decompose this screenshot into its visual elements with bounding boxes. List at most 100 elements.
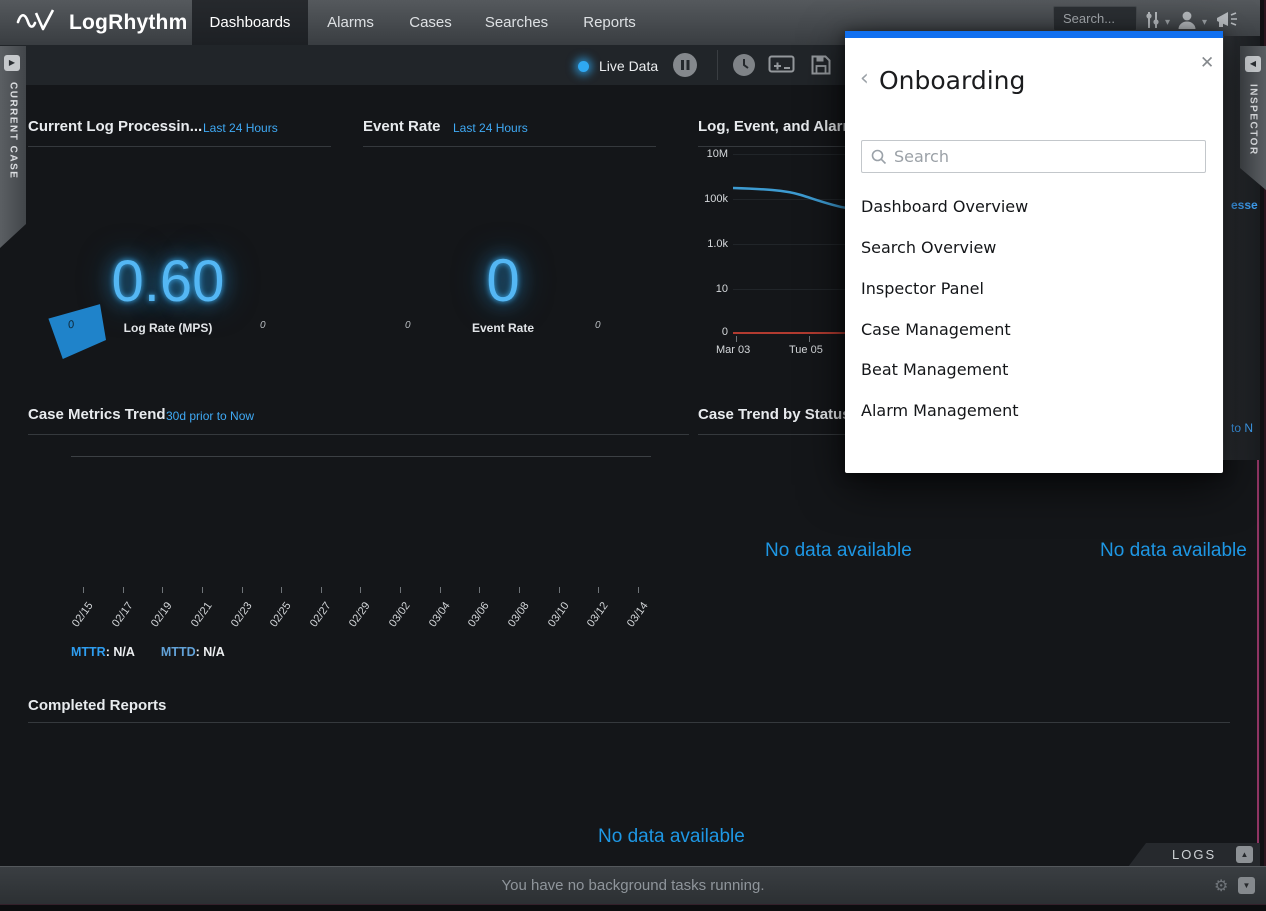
logs-drawer-tab[interactable]: LOGS ▲ <box>1128 843 1260 867</box>
background-tasks-message: You have no background tasks running. <box>0 877 1266 894</box>
panel-accent-bar <box>845 31 1223 38</box>
chevron-left-icon[interactable]: ‹ <box>860 68 869 90</box>
event-rate-gauge-value: 0 <box>403 246 603 315</box>
x-axis-tick: Mar 03 <box>716 344 750 356</box>
case-trend-empty-state: No data available <box>765 540 912 562</box>
inspector-expand-icon[interactable]: ◀ <box>1245 56 1261 72</box>
x-axis-tick: 03/06 <box>457 600 491 641</box>
statusbar-collapse-icon[interactable]: ▼ <box>1238 877 1255 894</box>
x-axis-tick-mark <box>479 587 480 593</box>
clock-icon[interactable] <box>732 53 756 82</box>
window-bottom-edge <box>0 904 1266 911</box>
x-axis-tick: 02/25 <box>259 600 293 641</box>
toolbar-divider <box>717 50 718 80</box>
y-axis-tick: 0 <box>690 326 728 338</box>
case-metrics-footer: MTTR: N/AMTTD: N/A <box>71 645 225 659</box>
x-axis-tick-mark <box>162 587 163 593</box>
onboarding-item-search-overview[interactable]: Search Overview <box>861 238 996 257</box>
mttr-label: MTTR <box>71 645 106 659</box>
y-axis-tick: 1.0k <box>690 238 728 250</box>
x-axis-tick-mark <box>736 336 737 342</box>
gauge-min-label: 0 <box>67 318 75 331</box>
close-icon[interactable]: ✕ <box>1200 53 1214 73</box>
logrhythm-logo[interactable]: LogRhythm ™ <box>16 7 204 38</box>
gauge-axis-max: 0 <box>595 320 601 331</box>
x-axis-tick-mark <box>400 587 401 593</box>
chart-axis-line <box>71 456 651 457</box>
completed-reports-empty-state: No data available <box>598 826 745 848</box>
onboarding-search-input[interactable] <box>861 140 1206 173</box>
onboarding-item-dashboard-overview[interactable]: Dashboard Overview <box>861 197 1028 216</box>
y-axis-tick: 10 <box>690 283 728 295</box>
user-caret-icon[interactable]: ▾ <box>1202 17 1207 28</box>
onboarding-item-case-management[interactable]: Case Management <box>861 320 1011 339</box>
widget-divider <box>363 146 656 147</box>
onboarding-panel: ‹ Onboarding ✕ Dashboard Overview Search… <box>845 31 1223 473</box>
add-widget-icon[interactable] <box>768 55 795 81</box>
live-data-dot-icon <box>578 61 589 72</box>
pause-icon[interactable] <box>672 52 698 83</box>
x-axis-tick-mark <box>202 587 203 593</box>
brand-name: LogRhythm <box>69 11 187 35</box>
widget-divider <box>28 722 1230 723</box>
log-rate-gauge-label: Log Rate (MPS) <box>98 321 238 335</box>
y-axis-tick: 100k <box>690 193 728 205</box>
tab-reports[interactable]: Reports <box>565 0 654 45</box>
hidden-widget-range-fragment: to N <box>1231 421 1253 435</box>
current-case-expand-icon[interactable]: ▶ <box>4 55 20 71</box>
x-axis-tick: 03/12 <box>576 600 610 641</box>
hidden-widget-title-fragment: esse <box>1231 198 1258 212</box>
widget-title-case-trend: Case Trend by Status <box>698 406 851 423</box>
tab-alarms[interactable]: Alarms <box>308 0 393 45</box>
x-axis-tick: 02/29 <box>338 600 372 641</box>
x-axis-tick: 03/02 <box>378 600 412 641</box>
widget-title-case-metrics: Case Metrics Trend <box>28 406 166 423</box>
x-axis-tick-mark <box>281 587 282 593</box>
widget-range-event-rate[interactable]: Last 24 Hours <box>453 121 528 135</box>
logs-tab-label: LOGS <box>1172 847 1216 862</box>
mttr-value: : N/A <box>106 645 135 659</box>
onboarding-item-beat-management[interactable]: Beat Management <box>861 360 1008 379</box>
tab-searches[interactable]: Searches <box>468 0 565 45</box>
gauge-segment: 0 <box>46 303 106 359</box>
x-axis-tick-mark <box>242 587 243 593</box>
widget-range-case-metrics[interactable]: 30d prior to Now <box>166 409 254 423</box>
event-rate-gauge-label: Event Rate <box>433 321 573 335</box>
x-axis-tick: Tue 05 <box>789 344 823 356</box>
x-axis-tick: 03/08 <box>497 600 531 641</box>
tab-cases[interactable]: Cases <box>393 0 468 45</box>
widget-divider <box>28 146 331 147</box>
widget-range-log-processing[interactable]: Last 24 Hours <box>203 121 278 135</box>
x-axis-tick: 02/27 <box>299 600 333 641</box>
logs-expand-icon[interactable]: ▲ <box>1236 846 1253 863</box>
main-nav-tabs: Dashboards Alarms Cases Searches Reports <box>192 0 654 45</box>
x-axis-tick: 02/23 <box>220 600 254 641</box>
right-widget-empty-state: No data available <box>1100 540 1247 562</box>
gear-icon[interactable]: ⚙ <box>1214 876 1228 896</box>
x-axis-tick: 03/04 <box>418 600 452 641</box>
mttd-value: : N/A <box>196 645 225 659</box>
inspector-drawer-tab[interactable]: ◀ INSPECTOR <box>1240 46 1266 190</box>
x-axis-tick-mark <box>440 587 441 593</box>
x-axis-tick: 02/15 <box>61 600 95 641</box>
x-axis-tick: 02/21 <box>180 600 214 641</box>
x-axis-tick-mark <box>123 587 124 593</box>
logrhythm-dashboard: LogRhythm ™ Dashboards Alarms Cases Sear… <box>0 0 1266 911</box>
logrhythm-wave-icon <box>16 7 60 38</box>
live-data-indicator[interactable]: Live Data <box>578 58 658 74</box>
gauge-axis-max: 0 <box>260 320 266 331</box>
save-icon[interactable] <box>810 54 832 81</box>
widget-title-event-rate: Event Rate <box>363 118 441 135</box>
widget-title-log-event-alarm: Log, Event, and Alarm... <box>698 118 868 135</box>
filters-caret-icon[interactable]: ▾ <box>1165 17 1170 28</box>
inspector-tab-label: INSPECTOR <box>1248 84 1259 156</box>
widget-title-completed-reports: Completed Reports <box>28 697 166 714</box>
tab-dashboards[interactable]: Dashboards <box>192 0 308 45</box>
onboarding-item-alarm-management[interactable]: Alarm Management <box>861 401 1019 420</box>
widget-divider <box>28 434 689 435</box>
global-search-input[interactable] <box>1053 6 1137 31</box>
onboarding-item-inspector-panel[interactable]: Inspector Panel <box>861 279 984 298</box>
y-axis-tick: 10M <box>690 148 728 160</box>
current-case-drawer-tab[interactable]: ▶ CURRENT CASE <box>0 46 26 248</box>
x-axis-tick: 03/14 <box>616 600 650 641</box>
